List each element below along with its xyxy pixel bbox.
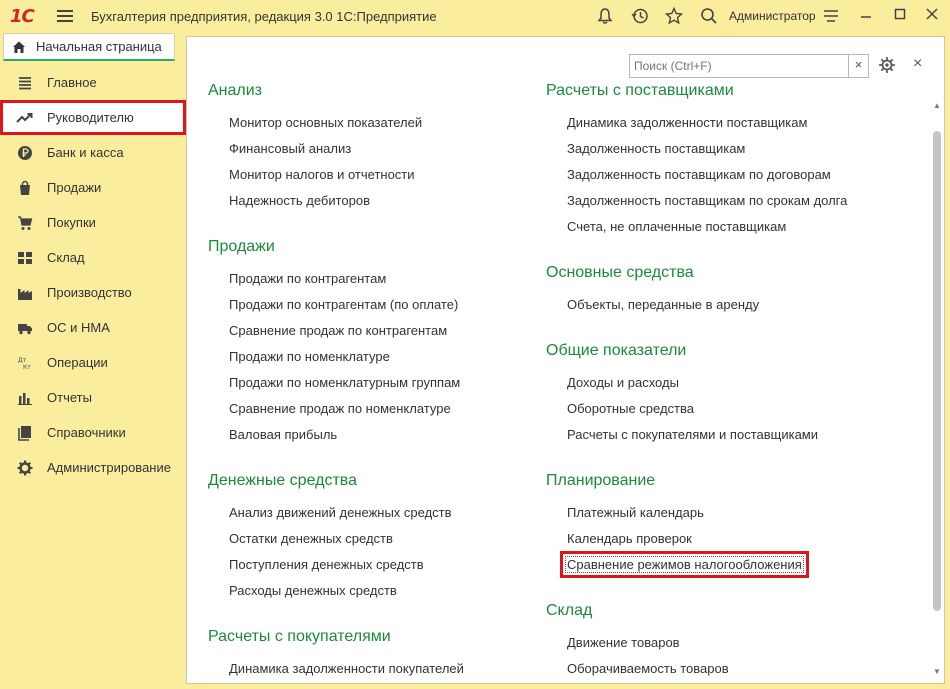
sidebar-item-catalogs[interactable]: Справочники [0,415,186,450]
main-panel: × × Анализ Монитор основных показателей … [186,36,945,684]
sidebar-item-fixed-assets[interactable]: ОС и НМА [0,310,186,345]
report-link[interactable]: Динамика задолженности поставщикам [567,115,807,130]
vertical-scrollbar[interactable]: ▲ ▼ [932,101,942,679]
report-link[interactable]: Надежность дебиторов [229,193,370,208]
dt-kt-icon: Дт Кт [16,354,34,372]
section-title-customers: Расчеты с покупателями [208,628,391,645]
report-link[interactable]: Продажи по номенклатурным группам [229,375,460,390]
search-clear-button[interactable]: × [848,55,868,77]
report-link[interactable]: Платежный календарь [567,505,704,520]
report-link[interactable]: Сравнение продаж по номенклатуре [229,401,451,416]
menu-lines-icon [16,74,34,92]
report-link[interactable]: Монитор налогов и отчетности [229,167,415,182]
report-link[interactable]: Продажи по номенклатуре [229,349,390,364]
sidebar: Главное Руководителю Банк и касса Продаж… [0,65,186,485]
sidebar-item-purchases[interactable]: Покупки [0,205,186,240]
sidebar-item-bank[interactable]: Банк и касса [0,135,186,170]
report-link[interactable]: Остатки денежных средств [229,531,393,546]
trend-up-icon [16,109,34,127]
current-user[interactable]: Администратор [729,9,816,23]
warehouse-grid-icon [16,249,34,267]
cart-icon [16,214,34,232]
tab-home[interactable]: Начальная страница [3,33,175,61]
star-icon[interactable] [664,6,684,27]
main-menu-icon[interactable] [57,10,73,23]
report-link[interactable]: Динамика задолженности покупателей [229,661,464,676]
scroll-thumb[interactable] [933,131,941,611]
maximize-icon[interactable] [890,7,910,27]
report-link[interactable]: Монитор основных показателей [229,115,422,130]
search-icon[interactable] [699,7,719,27]
truck-icon [16,319,34,337]
sidebar-item-production[interactable]: Производство [0,275,186,310]
report-link[interactable]: Анализ движений денежных средств [229,505,452,520]
section-title-planning: Планирование [546,472,656,489]
sidebar-item-manager[interactable]: Руководителю [0,100,186,135]
search-box: × [629,54,869,78]
sidebar-item-sales[interactable]: Продажи [0,170,186,205]
report-link[interactable]: Расходы денежных средств [229,583,397,598]
svg-text:Дт: Дт [18,357,27,364]
app-logo: 1С [10,6,35,27]
section-title-stock: Склад [546,602,593,619]
close-icon[interactable] [922,7,942,27]
app-title: Бухгалтерия предприятия, редакция 3.0 1С… [91,9,437,24]
report-link[interactable]: Финансовый анализ [229,141,351,156]
section-title-fixed-assets: Основные средства [546,264,694,281]
search-input[interactable] [630,55,849,77]
report-link[interactable]: Сравнение продаж по контрагентам [229,323,447,338]
svg-text:Кт: Кт [23,364,31,371]
sidebar-item-operations[interactable]: Дт Кт Операции [0,345,186,380]
home-icon [12,40,26,54]
report-link[interactable]: Календарь проверок [567,531,692,546]
sidebar-item-main[interactable]: Главное [0,65,186,100]
factory-icon [16,284,34,302]
books-icon [16,424,34,442]
bar-chart-icon [16,389,34,407]
scroll-down-icon[interactable]: ▼ [932,667,942,677]
settings-lines-icon[interactable] [821,7,841,27]
report-link[interactable]: Счета, не оплаченные поставщикам [567,219,786,234]
gear-icon [16,459,34,477]
report-link[interactable]: Задолженность поставщикам по срокам долг… [567,193,847,208]
panel-close-button[interactable]: × [913,55,922,73]
report-link[interactable]: Доходы и расходы [567,375,679,390]
report-link[interactable]: Оборачиваемость товаров [567,661,729,676]
report-link[interactable]: Объекты, переданные в аренду [567,297,759,312]
panel-settings-icon[interactable] [878,56,898,76]
report-link[interactable]: Оборотные средства [567,401,694,416]
scroll-up-icon[interactable]: ▲ [932,101,942,111]
report-link[interactable]: Поступления денежных средств [229,557,424,572]
section-title-analysis: Анализ [208,82,263,99]
report-link[interactable]: Валовая прибыль [229,427,337,442]
title-bar: 1С Бухгалтерия предприятия, редакция 3.0… [0,0,950,33]
report-link[interactable]: Движение товаров [567,635,680,650]
sidebar-item-administration[interactable]: Администрирование [0,450,186,485]
report-link[interactable]: Продажи по контрагентам [229,271,386,286]
report-link[interactable]: Продажи по контрагентам (по оплате) [229,297,458,312]
tab-home-label: Начальная страница [36,39,162,54]
history-icon[interactable] [630,7,650,27]
report-link[interactable]: Задолженность поставщикам по договорам [567,167,831,182]
sidebar-item-warehouse[interactable]: Склад [0,240,186,275]
section-title-sales: Продажи [208,238,275,255]
report-link[interactable]: Расчеты с покупателями и поставщиками [567,427,818,442]
section-title-general: Общие показатели [546,342,687,359]
report-link[interactable]: Задолженность поставщикам [567,141,745,156]
minimize-icon[interactable] [856,7,876,27]
sidebar-item-reports[interactable]: Отчеты [0,380,186,415]
section-title-cash: Денежные средства [208,472,357,489]
ruble-coin-icon [16,144,34,162]
bell-icon[interactable] [595,7,615,27]
section-title-suppliers: Расчеты с поставщиками [546,82,734,99]
shopping-bag-icon [16,179,34,197]
report-link-tax-regime-comparison[interactable]: Сравнение режимов налогообложения [560,551,809,578]
